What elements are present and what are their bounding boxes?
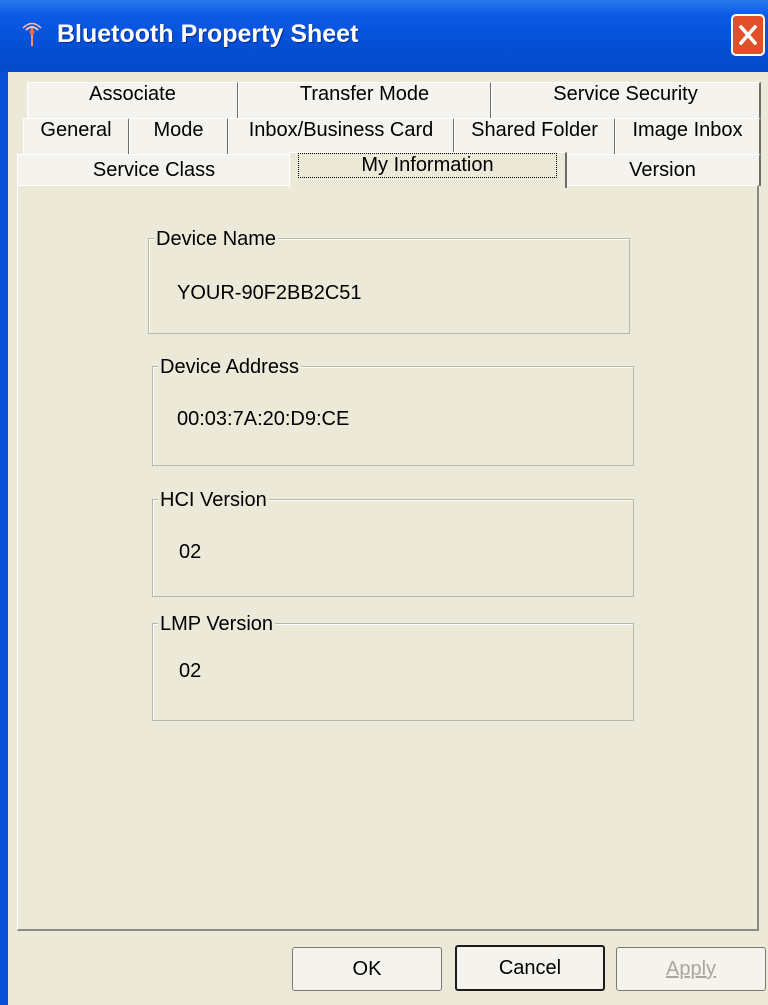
- tab-mode[interactable]: Mode: [129, 118, 229, 154]
- hci-version-value: 02: [179, 541, 202, 563]
- close-icon: [739, 25, 757, 45]
- lmp-version-group: [152, 623, 634, 721]
- device-address-label: Device Address: [158, 356, 301, 379]
- tab-service-security[interactable]: Service Security: [491, 82, 761, 118]
- device-name-label: Device Name: [154, 228, 279, 251]
- lmp-version-value: 02: [179, 660, 202, 682]
- tab-general[interactable]: General: [23, 118, 130, 154]
- title-bar[interactable]: Bluetooth Property Sheet: [0, 0, 768, 72]
- tab-my-information[interactable]: My Information: [289, 152, 567, 188]
- ok-button[interactable]: OK: [292, 947, 442, 991]
- property-sheet-window: Bluetooth Property Sheet Associate Trans…: [0, 0, 768, 1005]
- close-button[interactable]: [731, 14, 765, 56]
- tab-service-class[interactable]: Service Class: [17, 154, 292, 186]
- hci-version-group: [152, 499, 634, 597]
- device-address-value: 00:03:7A:20:D9:CE: [177, 408, 350, 430]
- hci-version-label: HCI Version: [158, 489, 269, 512]
- tab-image-inbox[interactable]: Image Inbox: [615, 118, 761, 154]
- tab-transfer-mode[interactable]: Transfer Mode: [238, 82, 492, 118]
- bluetooth-icon: [18, 22, 46, 50]
- tab-shared-folder[interactable]: Shared Folder: [454, 118, 616, 154]
- lmp-version-label: LMP Version: [158, 613, 276, 636]
- tab-version[interactable]: Version: [565, 154, 761, 186]
- tab-associate[interactable]: Associate: [27, 82, 239, 118]
- device-name-value: YOUR-90F2BB2C51: [177, 282, 362, 304]
- tab-inbox-business-card[interactable]: Inbox/Business Card: [228, 118, 455, 154]
- apply-button[interactable]: Apply: [616, 947, 766, 991]
- window-title: Bluetooth Property Sheet: [57, 20, 359, 48]
- cancel-button[interactable]: Cancel: [455, 945, 605, 991]
- my-information-panel: Device Name YOUR-90F2BB2C51 Device Addre…: [17, 185, 759, 931]
